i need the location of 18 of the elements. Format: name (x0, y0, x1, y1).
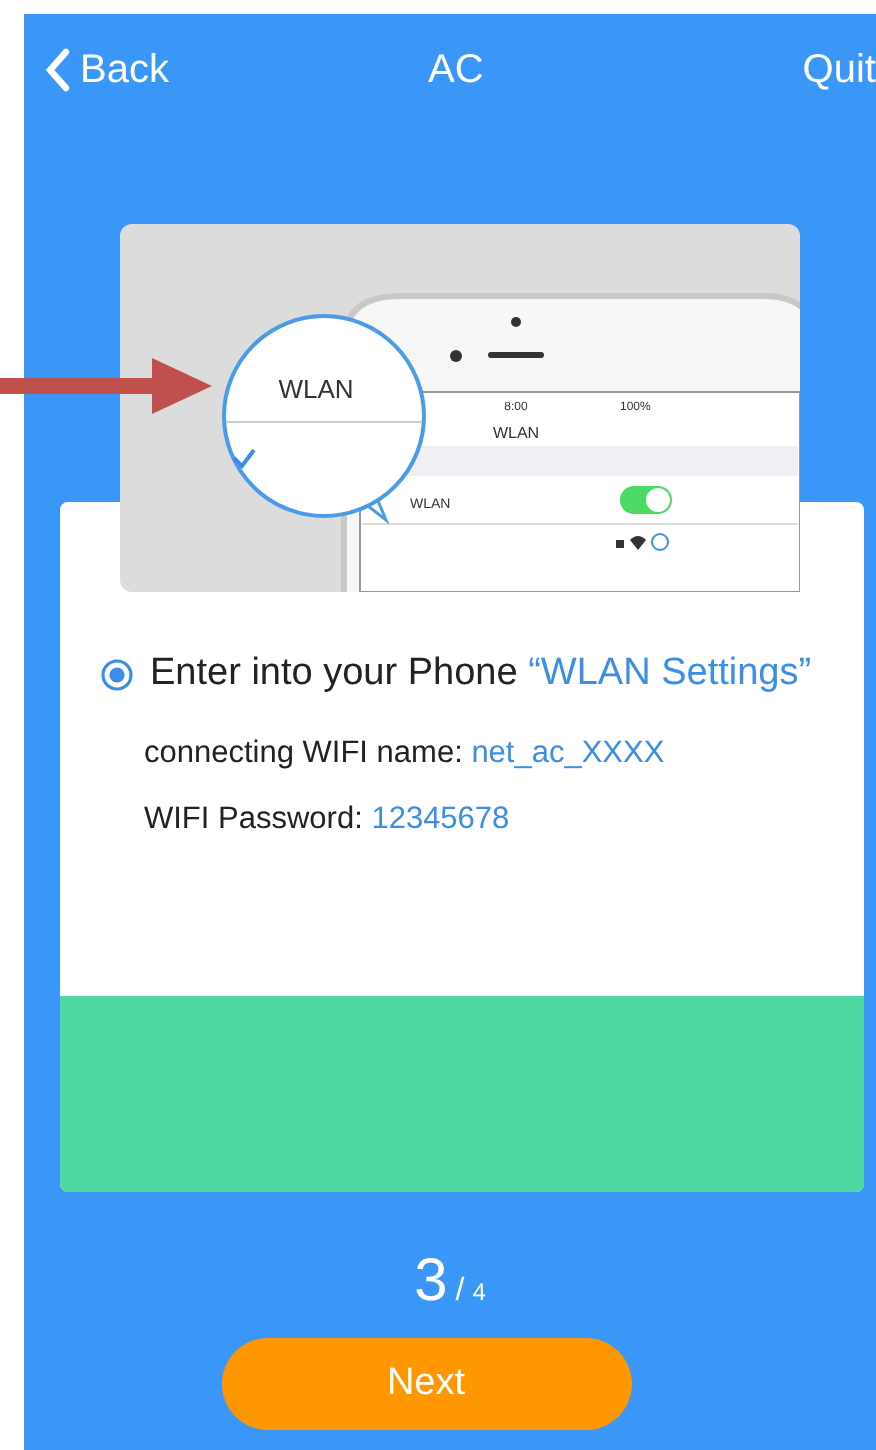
instruction-text: Enter into your Phone (150, 652, 518, 694)
radio-button[interactable] (100, 658, 134, 692)
phone-screen-title: WLAN (492, 424, 540, 442)
total-steps: 4 (472, 1278, 486, 1306)
wifi-info-icon (616, 533, 669, 551)
detail-value: net_ac_XXXX (471, 735, 665, 770)
current-step: 3 (414, 1248, 448, 1314)
detail-label: WIFI Password: (144, 802, 363, 837)
detail-label: connecting WIFI name: (144, 735, 463, 770)
back-chevron-icon (44, 47, 72, 91)
quit-button[interactable]: Quit (802, 39, 876, 99)
next-button[interactable]: Next (221, 1338, 631, 1430)
screen-title: AC (427, 45, 484, 95)
arrow-icon (0, 358, 212, 414)
step-separator: / (455, 1274, 465, 1308)
magnifier-wlan-label: WLAN (278, 374, 354, 404)
back-button[interactable]: Back (44, 39, 169, 99)
detail-value: 12345678 (371, 802, 510, 837)
